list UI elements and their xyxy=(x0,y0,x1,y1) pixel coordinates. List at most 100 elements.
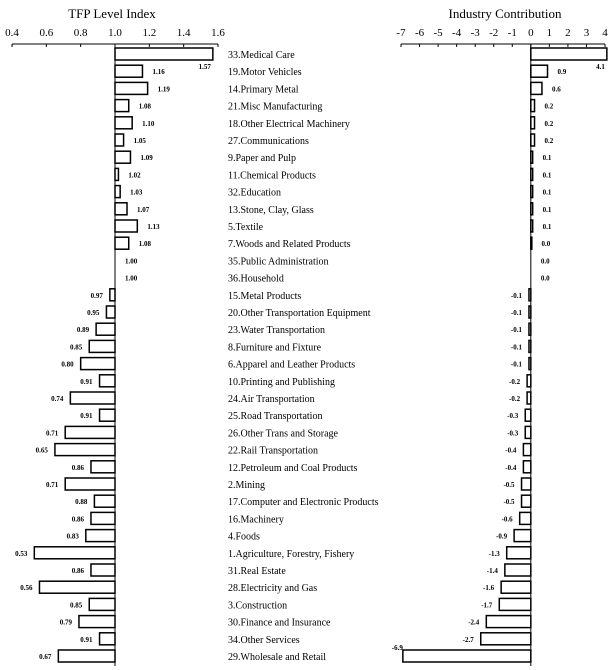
bar xyxy=(522,442,532,457)
bar xyxy=(90,511,116,526)
left-chart-title: TFP Level Index xyxy=(68,6,156,21)
category-label: 31.Real Estate xyxy=(228,566,286,577)
data-label: -0.4 xyxy=(505,447,517,455)
x-tick-label: 0.6 xyxy=(39,27,53,39)
data-label: -1.7 xyxy=(481,601,493,609)
data-label: 0.91 xyxy=(80,378,93,386)
bar xyxy=(498,597,532,612)
x-tick-label: 0 xyxy=(528,27,534,39)
bar xyxy=(530,64,549,78)
category-label: 35.Public Administration xyxy=(228,256,329,267)
x-tick-label: 1.6 xyxy=(211,27,225,39)
category-label: 22.Rail Transportation xyxy=(228,446,318,457)
bar xyxy=(88,339,116,354)
data-label: -1.4 xyxy=(487,567,499,575)
category-label: 18.Other Electrical Machinery xyxy=(228,119,350,130)
data-label: -0.9 xyxy=(496,533,508,541)
data-label: 0.86 xyxy=(72,567,85,575)
data-label: 0.91 xyxy=(80,636,93,644)
data-label: -0.2 xyxy=(509,395,521,403)
bar xyxy=(526,374,532,388)
x-tick-label: -5 xyxy=(434,27,444,39)
data-label: 0.1 xyxy=(543,206,552,214)
bar xyxy=(90,563,116,577)
bar xyxy=(114,219,139,233)
data-label: 0.91 xyxy=(80,412,93,420)
bar xyxy=(98,408,116,422)
bar xyxy=(530,81,543,96)
category-label: 16.Machinery xyxy=(228,514,284,525)
bar xyxy=(64,477,116,491)
category-label: 29.Wholesale and Retail xyxy=(228,652,326,663)
x-tick-label: -7 xyxy=(396,27,406,39)
data-label: 0.85 xyxy=(70,601,83,609)
bar xyxy=(528,339,532,354)
x-tick-label: 3 xyxy=(584,27,590,39)
data-label: 0.1 xyxy=(543,223,552,231)
data-label: 1.10 xyxy=(142,120,155,128)
data-label: 1.08 xyxy=(139,103,152,111)
data-label: 1.16 xyxy=(152,68,165,76)
data-label: 0.71 xyxy=(46,481,59,489)
category-label: 9.Paper and Pulp xyxy=(228,153,296,164)
bar xyxy=(500,580,532,594)
x-tick-label: 0.8 xyxy=(74,27,88,39)
data-label: 0.67 xyxy=(39,653,52,661)
data-label: 0.88 xyxy=(75,498,88,506)
bar xyxy=(93,494,116,508)
x-tick-label: 4 xyxy=(602,27,608,39)
bar xyxy=(69,391,116,405)
data-label: 0.79 xyxy=(60,619,73,627)
x-tick-label: -6 xyxy=(415,27,425,39)
data-label: -0.6 xyxy=(502,515,514,523)
data-label: 0.9 xyxy=(558,68,567,76)
bar xyxy=(64,425,116,440)
bar xyxy=(530,47,608,61)
bar xyxy=(530,98,536,113)
left-panel: 0.4 0.6 0.8 1.0 1.2 1.4 1.6 1.57 1.16 1.19 1.08 1.1… xyxy=(5,27,225,666)
data-label: -1.6 xyxy=(483,584,495,592)
bar xyxy=(528,322,532,336)
category-label: 21.Misc Manufacturing xyxy=(228,102,322,113)
data-label: 1.09 xyxy=(140,154,153,162)
bar xyxy=(526,391,532,405)
category-label: 15.Metal Products xyxy=(228,291,301,302)
data-label: 0.1 xyxy=(543,189,552,197)
category-label: 8.Furniture and Fixture xyxy=(228,342,322,353)
bar xyxy=(114,184,121,199)
bar xyxy=(528,288,532,302)
bar xyxy=(88,597,116,612)
data-label: 1.13 xyxy=(147,223,160,231)
bar xyxy=(79,356,116,371)
data-label: 1.00 xyxy=(125,257,138,265)
data-label: 0.95 xyxy=(87,309,100,317)
category-label: 36.Household xyxy=(228,274,284,285)
data-label: 4.1 xyxy=(596,63,605,71)
bar xyxy=(78,614,116,629)
data-label: -2.7 xyxy=(463,636,475,644)
data-label: 0.86 xyxy=(72,464,85,472)
category-label: 30.Finance and Insurance xyxy=(228,618,331,629)
bar xyxy=(530,133,536,147)
x-tick-label: -4 xyxy=(452,27,462,39)
bar xyxy=(95,322,116,336)
right-panel: -7 -6 -5 -4 -3 -2 -1 0 1 2 3 4 4.1 0.9 0.6 0.2 0.2 0.2 0.1… xyxy=(392,27,608,666)
bar xyxy=(505,546,532,560)
bar xyxy=(114,150,132,164)
right-chart-title: Industry Contribution xyxy=(448,6,562,21)
data-label: -0.1 xyxy=(511,343,523,351)
data-label: 0.89 xyxy=(77,326,90,334)
category-label: 1.Agriculture, Forestry, Fishery xyxy=(228,549,354,560)
data-label: -0.1 xyxy=(511,361,523,369)
x-tick-label: 0.4 xyxy=(5,27,19,39)
bar xyxy=(54,442,116,457)
category-label: 32.Education xyxy=(228,188,281,199)
category-label: 2.Mining xyxy=(228,480,265,491)
category-label: 7.Woods and Related Products xyxy=(228,239,351,250)
data-label: -1.3 xyxy=(489,550,501,558)
data-label: -2.4 xyxy=(468,619,480,627)
data-label: -0.1 xyxy=(511,292,523,300)
bar xyxy=(479,632,532,646)
tfp-contribution-chart: TFP Level Index Industry Contribution 0.… xyxy=(5,6,608,666)
bar xyxy=(109,288,116,302)
